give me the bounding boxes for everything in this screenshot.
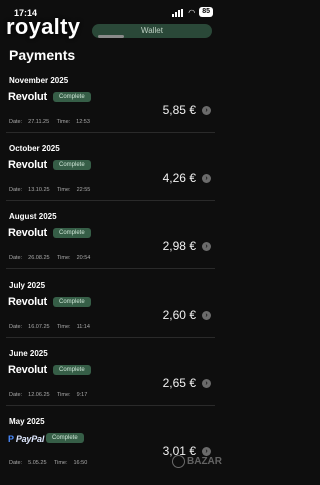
payment-meta: Date: 26.08.25 Time: 20:54 bbox=[9, 255, 96, 261]
time-label: Time: bbox=[57, 324, 71, 330]
status-badge: Complete bbox=[53, 365, 91, 375]
month-heading: June 2025 bbox=[9, 349, 48, 358]
month-heading: October 2025 bbox=[9, 144, 60, 153]
month-heading: August 2025 bbox=[9, 212, 57, 221]
payment-date: 16.07.25 bbox=[28, 324, 50, 330]
payment-amount: 2,60 € bbox=[162, 308, 196, 322]
payment-amount: 2,98 € bbox=[162, 239, 196, 253]
page-title: Payments bbox=[9, 47, 76, 63]
payment-meta: Date: 27.11.25 Time: 12:53 bbox=[9, 119, 96, 125]
divider bbox=[6, 268, 215, 269]
time-label: Time: bbox=[56, 119, 71, 125]
provider-logo: Revolut bbox=[8, 91, 47, 103]
provider-logo: Revolut bbox=[8, 364, 47, 376]
status-badge: Complete bbox=[53, 92, 91, 102]
divider bbox=[6, 200, 215, 201]
provider-logo: Revolut bbox=[8, 159, 47, 171]
date-label: Date: bbox=[9, 324, 23, 330]
time-label: Time: bbox=[53, 460, 68, 466]
payment-meta: Date: 16.07.25 Time: 11:14 bbox=[9, 324, 96, 330]
status-badge: Complete bbox=[53, 160, 91, 170]
payment-item[interactable]: November 2025 Revolut Complete 5,85 € › … bbox=[0, 76, 221, 144]
payment-time: 16:50 bbox=[73, 460, 88, 466]
status-badge: Complete bbox=[53, 228, 91, 238]
payment-time: 20:54 bbox=[76, 255, 91, 261]
divider bbox=[6, 132, 215, 133]
chevron-right-icon[interactable]: › bbox=[202, 106, 211, 115]
month-heading: July 2025 bbox=[9, 281, 46, 290]
provider-logo: P PayPal bbox=[8, 434, 45, 444]
chevron-right-icon[interactable]: › bbox=[202, 311, 211, 320]
signal-icon bbox=[172, 8, 184, 17]
payment-time: 11:14 bbox=[76, 324, 90, 330]
divider bbox=[6, 405, 215, 406]
chevron-right-icon[interactable]: › bbox=[202, 379, 211, 388]
date-label: Date: bbox=[9, 187, 23, 193]
provider-logo: Revolut bbox=[8, 227, 47, 239]
payment-amount: 4,26 € bbox=[162, 171, 196, 185]
payment-date: 26.08.25 bbox=[28, 255, 50, 261]
provider-logo: Revolut bbox=[8, 296, 47, 308]
month-heading: November 2025 bbox=[9, 76, 69, 85]
payment-item[interactable]: June 2025 Revolut Complete 2,65 € › Date… bbox=[0, 349, 221, 417]
month-heading: May 2025 bbox=[9, 417, 45, 426]
wifi-icon: ◠ bbox=[188, 7, 196, 17]
payment-item[interactable]: August 2025 Revolut Complete 2,98 € › Da… bbox=[0, 212, 221, 280]
overlay-title: royalty bbox=[6, 14, 81, 39]
payment-date: 12.06.25 bbox=[28, 392, 50, 398]
payment-time: 12:53 bbox=[76, 119, 90, 125]
chevron-right-icon[interactable]: › bbox=[202, 242, 211, 251]
watermark: BAZAR bbox=[172, 455, 222, 468]
chevron-right-icon[interactable]: › bbox=[202, 174, 211, 183]
battery-icon: 85 bbox=[199, 7, 213, 17]
payment-date: 27.11.25 bbox=[28, 119, 50, 125]
watermark-text: BAZAR bbox=[187, 456, 222, 467]
date-label: Date: bbox=[9, 119, 23, 125]
date-label: Date: bbox=[9, 392, 23, 398]
time-label: Time: bbox=[57, 187, 71, 193]
payment-meta: Date: 5.05.25 Time: 16:50 bbox=[9, 460, 93, 466]
time-label: Time: bbox=[57, 255, 71, 261]
watermark-logo-icon bbox=[172, 455, 185, 468]
payment-time: 9:17 bbox=[76, 392, 88, 398]
status-icons: ◠ 85 bbox=[172, 7, 213, 17]
date-label: Date: bbox=[9, 460, 23, 466]
payment-item[interactable]: July 2025 Revolut Complete 2,60 € › Date… bbox=[0, 281, 221, 349]
status-badge: Complete bbox=[53, 297, 91, 307]
sheet-handle[interactable] bbox=[98, 35, 124, 38]
payment-meta: Date: 12.06.25 Time: 9:17 bbox=[9, 392, 93, 398]
payment-item[interactable]: May 2025 P PayPal Complete 3,01 € › Date:… bbox=[0, 417, 221, 485]
paypal-icon: P bbox=[8, 434, 14, 444]
payment-meta: Date: 13.10.25 Time: 22:55 bbox=[9, 187, 96, 193]
payment-date: 5.05.25 bbox=[28, 460, 47, 466]
payment-time: 22:55 bbox=[76, 187, 91, 193]
status-badge: Complete bbox=[46, 433, 84, 443]
payment-amount: 5,85 € bbox=[162, 103, 196, 117]
divider bbox=[6, 337, 215, 338]
time-label: Time: bbox=[57, 392, 71, 398]
payment-item[interactable]: October 2025 Revolut Complete 4,26 € › D… bbox=[0, 144, 221, 212]
payment-date: 13.10.25 bbox=[28, 187, 50, 193]
date-label: Date: bbox=[9, 255, 23, 261]
payment-amount: 2,65 € bbox=[162, 376, 196, 390]
